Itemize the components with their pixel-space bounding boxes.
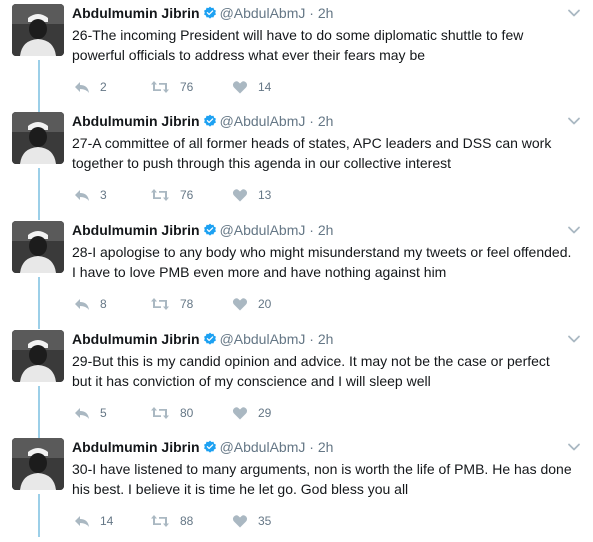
tweet[interactable]: Abdulmumin Jibrin @AbdulAbmJ · 2h 27-A co… xyxy=(0,108,593,216)
like-button[interactable]: 29 xyxy=(232,404,271,422)
chevron-down-icon[interactable] xyxy=(567,440,581,454)
like-button[interactable]: 20 xyxy=(232,295,271,313)
retweet-button[interactable]: 88 xyxy=(150,512,193,530)
reply-icon xyxy=(74,297,90,311)
retweet-icon xyxy=(150,406,170,420)
timestamp[interactable]: 2h xyxy=(318,222,334,238)
retweet-count: 76 xyxy=(180,188,194,202)
avatar[interactable] xyxy=(12,112,64,164)
tweet-actions: 3 76 13 xyxy=(72,186,372,204)
retweet-icon xyxy=(150,514,170,528)
like-count: 35 xyxy=(258,514,272,528)
author-handle[interactable]: @AbdulAbmJ xyxy=(220,113,306,129)
retweet-icon xyxy=(150,188,170,202)
author-name[interactable]: Abdulmumin Jibrin xyxy=(72,222,200,238)
tweet-actions: 14 88 35 xyxy=(72,512,372,530)
separator-dot: · xyxy=(309,331,314,347)
retweet-icon xyxy=(150,297,170,311)
retweet-count: 78 xyxy=(180,297,194,311)
timestamp[interactable]: 2h xyxy=(318,5,334,21)
reply-count: 2 xyxy=(100,80,107,94)
reply-count: 14 xyxy=(100,514,114,528)
separator-dot: · xyxy=(309,222,314,238)
chevron-down-icon[interactable] xyxy=(567,332,581,346)
reply-icon xyxy=(74,406,90,420)
reply-count: 5 xyxy=(100,406,107,420)
reply-icon xyxy=(74,80,90,94)
reply-icon xyxy=(74,514,90,528)
reply-button[interactable]: 5 xyxy=(74,404,107,422)
chevron-down-icon[interactable] xyxy=(567,114,581,128)
tweet[interactable]: Abdulmumin Jibrin @AbdulAbmJ · 2h 29-But … xyxy=(0,326,593,434)
reply-button[interactable]: 2 xyxy=(74,78,107,96)
like-count: 29 xyxy=(258,406,272,420)
retweet-count: 80 xyxy=(180,406,194,420)
tweet-text: 29-But this is my candid opinion and adv… xyxy=(72,353,550,389)
like-icon xyxy=(232,297,248,311)
like-icon xyxy=(232,80,248,94)
reply-count: 3 xyxy=(100,188,107,202)
author-name[interactable]: Abdulmumin Jibrin xyxy=(72,439,200,455)
like-icon xyxy=(232,406,248,420)
timestamp[interactable]: 2h xyxy=(318,331,334,347)
timestamp[interactable]: 2h xyxy=(318,439,334,455)
retweet-icon xyxy=(150,80,170,94)
like-count: 20 xyxy=(258,297,272,311)
tweet-actions: 5 80 29 xyxy=(72,404,372,422)
retweet-count: 88 xyxy=(180,514,194,528)
separator-dot: · xyxy=(309,113,314,129)
tweet-text: 27-A committee of all former heads of st… xyxy=(72,135,552,171)
author-name[interactable]: Abdulmumin Jibrin xyxy=(72,5,200,21)
like-count: 13 xyxy=(258,188,272,202)
tweet[interactable]: Abdulmumin Jibrin @AbdulAbmJ · 2h 26-The … xyxy=(0,0,593,108)
author-handle[interactable]: @AbdulAbmJ xyxy=(220,5,306,21)
verified-icon xyxy=(203,440,217,457)
tweet-actions: 2 76 14 xyxy=(72,78,372,96)
separator-dot: · xyxy=(309,5,314,21)
verified-icon xyxy=(203,114,217,131)
verified-icon xyxy=(203,332,217,349)
timestamp[interactable]: 2h xyxy=(318,113,334,129)
reply-button[interactable]: 8 xyxy=(74,295,107,313)
retweet-button[interactable]: 76 xyxy=(150,186,193,204)
author-handle[interactable]: @AbdulAbmJ xyxy=(220,222,306,238)
avatar[interactable] xyxy=(12,438,64,490)
avatar[interactable] xyxy=(12,221,64,273)
like-button[interactable]: 14 xyxy=(232,78,271,96)
tweet-text: 28-I apologise to any body who might mis… xyxy=(72,244,572,280)
reply-button[interactable]: 3 xyxy=(74,186,107,204)
verified-icon xyxy=(203,223,217,240)
like-button[interactable]: 13 xyxy=(232,186,271,204)
like-icon xyxy=(232,188,248,202)
tweet[interactable]: Abdulmumin Jibrin @AbdulAbmJ · 2h 30-I ha… xyxy=(0,434,593,542)
chevron-down-icon[interactable] xyxy=(567,6,581,20)
tweet-actions: 8 78 20 xyxy=(72,295,372,313)
author-name[interactable]: Abdulmumin Jibrin xyxy=(72,113,200,129)
retweet-button[interactable]: 76 xyxy=(150,78,193,96)
like-count: 14 xyxy=(258,80,272,94)
avatar[interactable] xyxy=(12,330,64,382)
retweet-count: 76 xyxy=(180,80,194,94)
retweet-button[interactable]: 78 xyxy=(150,295,193,313)
author-name[interactable]: Abdulmumin Jibrin xyxy=(72,331,200,347)
tweet[interactable]: Abdulmumin Jibrin @AbdulAbmJ · 2h 28-I ap… xyxy=(0,217,593,325)
chevron-down-icon[interactable] xyxy=(567,223,581,237)
reply-count: 8 xyxy=(100,297,107,311)
tweet-text: 30-I have listened to many arguments, no… xyxy=(72,461,572,497)
reply-button[interactable]: 14 xyxy=(74,512,113,530)
reply-icon xyxy=(74,188,90,202)
avatar[interactable] xyxy=(12,4,64,56)
tweet-text: 26-The incoming President will have to d… xyxy=(72,27,524,63)
separator-dot: · xyxy=(309,439,314,455)
like-button[interactable]: 35 xyxy=(232,512,271,530)
retweet-button[interactable]: 80 xyxy=(150,404,193,422)
author-handle[interactable]: @AbdulAbmJ xyxy=(220,439,306,455)
author-handle[interactable]: @AbdulAbmJ xyxy=(220,331,306,347)
like-icon xyxy=(232,514,248,528)
verified-icon xyxy=(203,6,217,23)
